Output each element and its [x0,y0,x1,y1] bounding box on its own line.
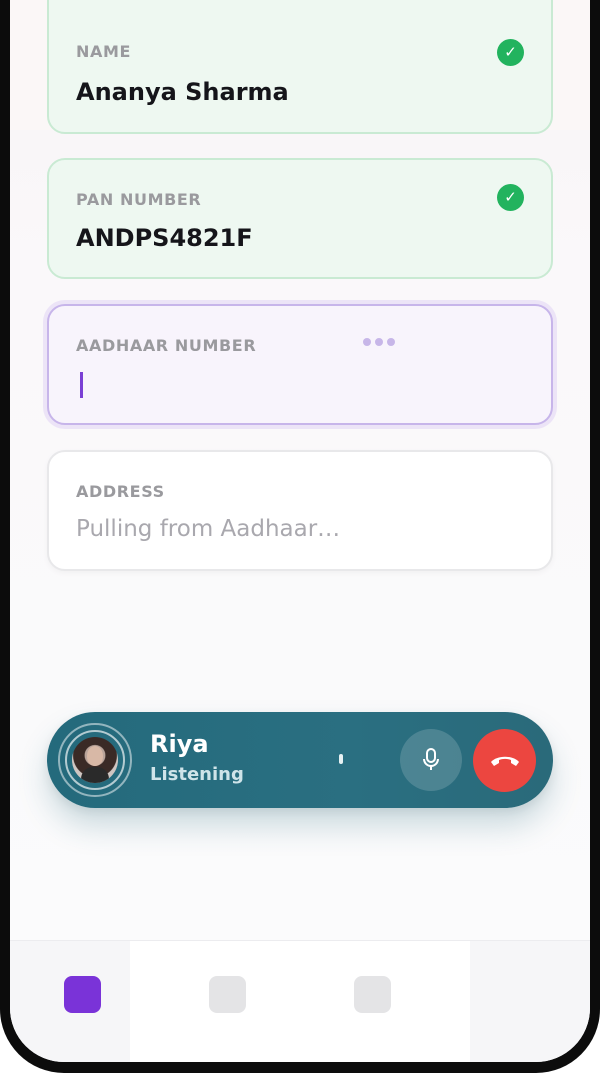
typing-indicator-icon [363,338,395,346]
avatar-body [81,767,109,783]
nav-item-2[interactable] [209,976,246,1013]
nav-center-panel [130,941,470,1062]
name-field-label: NAME [76,42,132,61]
app-screen: NAME ✓ Ananya Sharma PAN NUMBER ✓ ANDPS4… [10,0,590,1062]
address-field-card[interactable]: ADDRESS Pulling from Aadhaar… [47,450,553,571]
pan-field-label: PAN NUMBER [76,190,202,209]
avatar-face [87,746,103,766]
phone-hangup-icon [490,756,519,766]
name-field-value: Ananya Sharma [76,78,289,106]
pan-field-value: ANDPS4821F [76,224,253,252]
microphone-icon [423,748,439,770]
bottom-navigation [10,940,590,1062]
avatar-ring [58,723,132,797]
verified-check-icon: ✓ [497,39,524,66]
agent-name: Riya [150,730,209,758]
audio-level-indicator [339,754,343,764]
voice-call-bar: Riya Listening [47,712,553,808]
address-field-label: ADDRESS [76,482,165,501]
microphone-button[interactable] [400,729,462,791]
agent-status: Listening [150,764,244,785]
avatar [72,737,118,783]
device-frame: NAME ✓ Ananya Sharma PAN NUMBER ✓ ANDPS4… [0,0,600,1073]
end-call-button[interactable] [473,729,536,792]
aadhaar-field-label: AADHAAR NUMBER [76,336,257,355]
verified-check-icon: ✓ [497,184,524,211]
name-field-card[interactable]: NAME ✓ Ananya Sharma [47,0,553,134]
avatar-ring-inner [65,730,125,790]
aadhaar-field-card[interactable]: AADHAAR NUMBER [47,304,553,425]
nav-item-1[interactable] [64,976,101,1013]
address-field-placeholder: Pulling from Aadhaar… [76,516,341,542]
pan-field-card[interactable]: PAN NUMBER ✓ ANDPS4821F [47,158,553,279]
nav-item-3[interactable] [354,976,391,1013]
text-cursor [80,372,83,398]
